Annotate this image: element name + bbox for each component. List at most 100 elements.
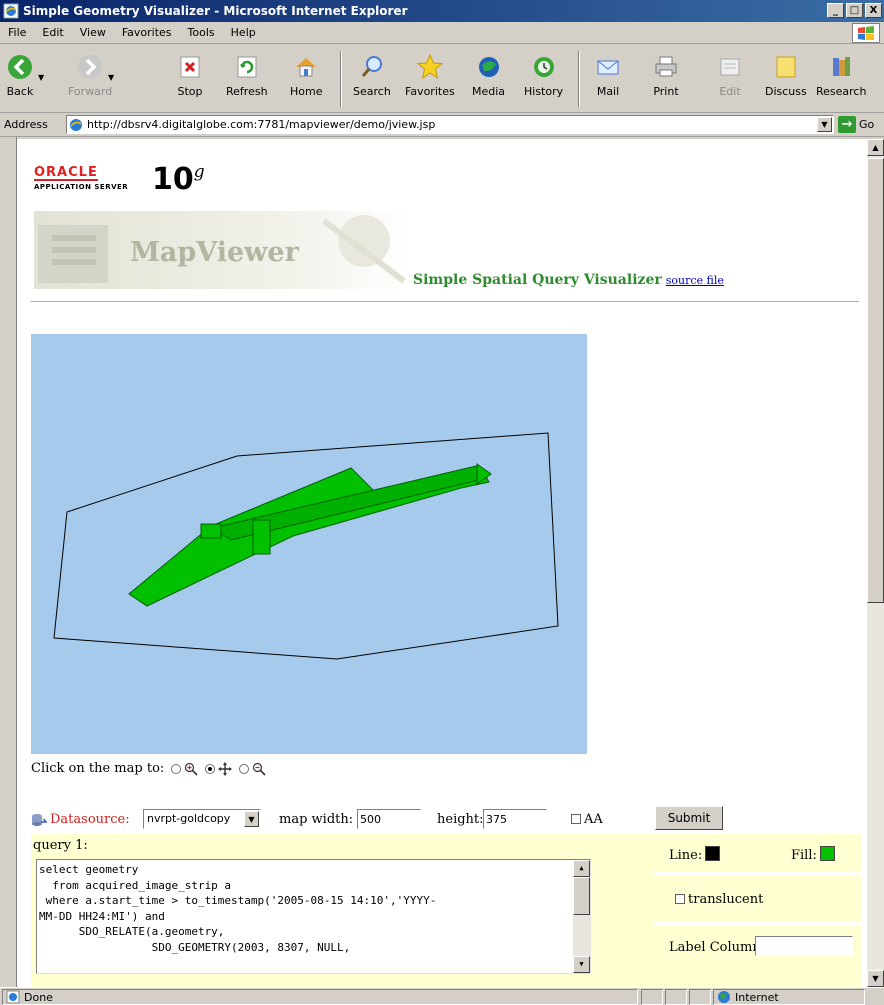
ie-page-icon <box>6 990 20 1004</box>
refresh-icon <box>233 53 261 81</box>
fill-color-swatch[interactable] <box>819 846 835 861</box>
menu-file[interactable]: File <box>0 26 34 39</box>
pan-radio[interactable] <box>205 763 216 774</box>
search-button[interactable]: Search <box>353 53 391 98</box>
mapviewer-title: MapViewer <box>130 237 299 268</box>
page-title: Simple Spatial Query Visualizer source fi… <box>413 272 724 288</box>
app-server-label: APPLICATION SERVER <box>34 183 129 191</box>
history-label: History <box>524 85 564 98</box>
scroll-thumb[interactable] <box>867 158 884 603</box>
zoom-out-radio[interactable] <box>239 763 250 774</box>
source-file-link[interactable]: source file <box>666 274 724 287</box>
query-region-polygon <box>53 432 559 660</box>
scroll-thumb[interactable] <box>573 877 590 915</box>
query-textarea[interactable]: select geometry from acquired_image_stri… <box>36 859 591 974</box>
printer-icon <box>652 53 680 81</box>
datasource-label-group: Datasource: <box>31 812 130 827</box>
chevron-down-icon[interactable]: ▼ <box>38 73 44 82</box>
research-icon <box>827 53 855 81</box>
mapviewer-banner: MapViewer <box>34 211 410 289</box>
chevron-down-icon[interactable]: ▼ <box>817 117 832 132</box>
translucent-checkbox[interactable] <box>675 894 685 904</box>
options-separator <box>653 922 861 926</box>
discuss-label: Discuss <box>765 85 807 98</box>
scroll-down-icon[interactable]: ▼ <box>573 956 590 973</box>
forward-button[interactable]: Forward ▼ <box>68 53 114 98</box>
submit-button[interactable]: Submit <box>655 806 723 830</box>
discuss-button[interactable]: Discuss <box>765 53 807 98</box>
print-button[interactable]: Print <box>652 53 680 98</box>
status-text-cell: Done <box>2 989 638 1005</box>
scroll-up-icon[interactable]: ▲ <box>573 860 590 877</box>
query-panel: query 1: select geometry from acquired_i… <box>31 834 861 987</box>
history-button[interactable]: History <box>524 53 563 98</box>
minimize-button[interactable]: _ <box>827 3 844 18</box>
stop-button[interactable]: Stop <box>176 53 204 98</box>
zoom-in-radio[interactable] <box>171 763 182 774</box>
zoom-in-icon <box>185 762 198 776</box>
window-title: Simple Geometry Visualizer - Microsoft I… <box>23 4 408 18</box>
back-button[interactable]: Back ▼ <box>6 53 44 98</box>
menu-favorites[interactable]: Favorites <box>114 26 180 39</box>
click-label: Click on the map to: <box>31 761 165 776</box>
datasource-select[interactable]: nvrpt-goldcopy ▼ <box>143 809 261 829</box>
aa-checkbox[interactable] <box>571 814 581 824</box>
chevron-down-icon[interactable]: ▼ <box>108 73 114 82</box>
version-suffix: g <box>193 162 205 182</box>
version-label: 10g <box>152 162 205 197</box>
globe-icon <box>718 991 730 1003</box>
home-button[interactable]: Home <box>290 53 322 98</box>
scroll-up-icon[interactable]: ▲ <box>867 139 884 156</box>
oracle-wordmark: ORACLE <box>34 165 98 181</box>
image-tile-center <box>252 519 271 555</box>
maximize-button[interactable]: □ <box>846 3 863 18</box>
page-scrollbar[interactable]: ▲ ▼ <box>867 139 884 987</box>
map-geometry[interactable] <box>31 334 587 754</box>
translucent-option: translucent <box>675 892 763 907</box>
home-label: Home <box>290 85 323 98</box>
stop-icon <box>176 53 204 81</box>
pan-icon <box>218 761 233 776</box>
options-separator <box>653 872 861 876</box>
status-bar: Done Internet <box>0 987 884 1005</box>
mail-button[interactable]: Mail <box>594 53 622 98</box>
search-label: Search <box>353 85 391 98</box>
favorites-button[interactable]: Favorites <box>405 53 455 98</box>
edit-button[interactable]: Edit <box>716 53 744 98</box>
status-cell <box>689 989 711 1005</box>
chevron-down-icon[interactable]: ▼ <box>244 811 259 827</box>
back-label: Back <box>6 85 34 98</box>
label-column-input[interactable] <box>755 936 853 956</box>
research-button[interactable]: Research <box>816 53 866 98</box>
line-color-swatch[interactable] <box>705 846 721 861</box>
go-arrow-icon: → <box>838 116 856 133</box>
refresh-button[interactable]: Refresh <box>226 53 268 98</box>
line-color-option: Line: <box>669 846 721 863</box>
query-scrollbar[interactable]: ▲ ▼ <box>573 860 590 973</box>
edit-label: Edit <box>719 85 741 98</box>
query-label: query 1: <box>33 838 88 853</box>
menu-edit[interactable]: Edit <box>34 26 71 39</box>
toolbar-separator <box>340 51 342 107</box>
close-button[interactable]: X <box>865 3 882 18</box>
datasource-icon <box>32 813 47 826</box>
status-cell <box>641 989 663 1005</box>
research-label: Research <box>816 85 867 98</box>
map-canvas[interactable] <box>31 334 587 754</box>
menu-tools[interactable]: Tools <box>180 26 223 39</box>
datasource-value: nvrpt-goldcopy <box>147 812 231 825</box>
address-input[interactable]: http://dbsrv4.digitalglobe.com:7781/mapv… <box>66 115 834 134</box>
mail-label: Mail <box>596 85 620 98</box>
map-width-input[interactable]: 500 <box>357 809 421 829</box>
go-button[interactable]: → Go <box>838 116 874 133</box>
menu-help[interactable]: Help <box>223 26 264 39</box>
address-label: Address <box>4 118 48 131</box>
media-button[interactable]: Media <box>472 53 505 98</box>
address-bar: Address http://dbsrv4.digitalglobe.com:7… <box>0 113 884 137</box>
edit-page-icon <box>716 53 744 81</box>
menu-view[interactable]: View <box>72 26 114 39</box>
fill-label: Fill: <box>791 848 817 863</box>
scroll-down-icon[interactable]: ▼ <box>867 970 884 987</box>
height-input[interactable]: 375 <box>483 809 547 829</box>
aa-option: AA <box>571 812 603 827</box>
